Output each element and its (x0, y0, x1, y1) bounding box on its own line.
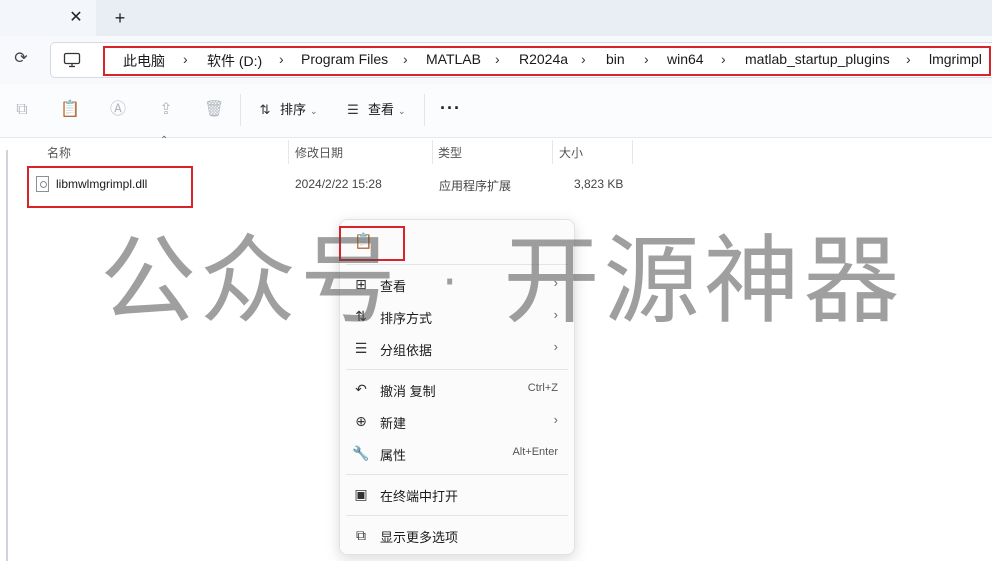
chevron-right-icon[interactable]: › (906, 51, 911, 67)
address-row: ⟳ 此电脑 › 软件 (D:) › Program Files › MATLAB… (0, 36, 992, 84)
properties-icon: 🔧 (352, 445, 370, 461)
sort-ascending-icon: ⌃ (160, 135, 169, 146)
column-header-modified[interactable]: 修改日期 (295, 144, 343, 161)
refresh-icon[interactable]: ⟳ (10, 48, 32, 70)
watermark-text: 公众号 · 开源神器 (100, 225, 904, 337)
menu-item-terminal[interactable]: ▣ 在终端中打开 (340, 479, 574, 509)
menu-divider (346, 474, 568, 475)
menu-item-more-options[interactable]: ⧉ 显示更多选项 (340, 520, 574, 550)
terminal-icon: ▣ (354, 486, 368, 502)
close-icon[interactable]: ✕ (66, 8, 86, 28)
sort-button[interactable]: ⇅ 排序 ⌄ (256, 100, 318, 120)
command-bar: ⧉ 📋 Ⓐ ⇪ 🗑 ⇅ 排序 ⌄ ☰ 查看 ⌄ ··· (0, 84, 992, 138)
breadcrumb-item[interactable]: 软件 (D:) (207, 51, 262, 71)
file-size: 3,823 KB (574, 177, 624, 191)
chevron-right-icon[interactable]: › (403, 51, 408, 67)
computer-icon[interactable] (63, 51, 81, 69)
breadcrumb-item[interactable]: win64 (667, 51, 704, 67)
menu-item-shortcut: Ctrl+Z (527, 382, 558, 394)
menu-divider (346, 369, 568, 370)
more-options-icon: ⧉ (356, 527, 366, 543)
paste-icon[interactable]: 📋 (60, 100, 80, 120)
breadcrumb-item[interactable]: R2024a (519, 51, 568, 67)
column-separator[interactable] (632, 140, 633, 164)
chevron-right-icon[interactable]: › (279, 51, 284, 67)
menu-item-undo[interactable]: ↶ 撤消 复制 Ctrl+Z (340, 374, 574, 404)
chevron-down-icon: ⌄ (398, 106, 406, 116)
new-icon: ⊕ (355, 413, 367, 429)
menu-item-properties[interactable]: 🔧 属性 Alt+Enter (340, 438, 574, 468)
tab-active[interactable]: ✕ (0, 0, 96, 36)
menu-item-label: 属性 (380, 448, 407, 463)
column-separator[interactable] (432, 140, 433, 164)
menu-item-shortcut: Alt+Enter (512, 446, 558, 458)
menu-item-label: 在终端中打开 (380, 489, 459, 504)
menu-item-label: 撤消 复制 (380, 384, 436, 399)
breadcrumb-item[interactable]: Program Files (301, 51, 388, 67)
view-button[interactable]: ☰ 查看 ⌄ (344, 100, 406, 120)
menu-item-new[interactable]: ⊕ 新建 › (340, 406, 574, 436)
chevron-right-icon: › (553, 339, 558, 354)
menu-item-label: 分组依据 (380, 343, 433, 358)
column-header-size[interactable]: 大小 (559, 144, 583, 161)
undo-icon: ↶ (355, 381, 367, 397)
breadcrumb-item[interactable]: matlab_startup_plugins (745, 51, 890, 67)
breadcrumb-item[interactable]: 此电脑 (123, 51, 165, 71)
group-icon: ☰ (354, 340, 368, 356)
menu-item-group[interactable]: ☰ 分组依据 › (340, 333, 574, 363)
menu-item-label: 新建 (380, 416, 407, 431)
toolbar-divider (240, 94, 241, 126)
view-icon: ☰ (347, 102, 359, 117)
sort-label: 排序 (280, 102, 307, 117)
column-separator[interactable] (288, 140, 289, 164)
file-type: 应用程序扩展 (439, 179, 512, 193)
copy-icon[interactable]: ⧉ (12, 100, 32, 120)
chevron-right-icon[interactable]: › (581, 51, 586, 67)
delete-icon[interactable]: 🗑 (204, 100, 224, 120)
view-label: 查看 (368, 102, 395, 117)
chevron-right-icon[interactable]: › (721, 51, 726, 67)
pane-divider (6, 150, 8, 561)
column-separator[interactable] (552, 140, 553, 164)
chevron-down-icon: ⌄ (310, 106, 318, 116)
chevron-right-icon[interactable]: › (495, 51, 500, 67)
breadcrumb-item[interactable]: MATLAB (426, 51, 481, 67)
tab-strip: ✕ + (0, 0, 992, 36)
rename-icon[interactable]: Ⓐ (108, 100, 128, 120)
breadcrumb-item[interactable]: lmgrimpl (929, 51, 982, 67)
sort-icon: ⇅ (259, 102, 271, 117)
menu-item-label: 显示更多选项 (380, 530, 459, 545)
breadcrumb-item[interactable]: bin (606, 51, 625, 67)
plus-icon[interactable]: + (110, 8, 130, 28)
file-modified: 2024/2/22 15:28 (295, 177, 382, 191)
file-highlight (27, 166, 193, 208)
chevron-right-icon[interactable]: › (644, 51, 649, 67)
column-header-name[interactable]: 名称 (47, 144, 71, 161)
chevron-right-icon: › (553, 412, 558, 427)
share-icon[interactable]: ⇪ (156, 100, 176, 120)
menu-divider (346, 515, 568, 516)
chevron-right-icon[interactable]: › (183, 51, 188, 67)
column-header-type[interactable]: 类型 (438, 144, 462, 161)
address-bar[interactable]: 此电脑 › 软件 (D:) › Program Files › MATLAB ›… (50, 42, 992, 78)
more-options-button[interactable]: ··· (440, 98, 461, 119)
toolbar-divider (424, 94, 425, 126)
